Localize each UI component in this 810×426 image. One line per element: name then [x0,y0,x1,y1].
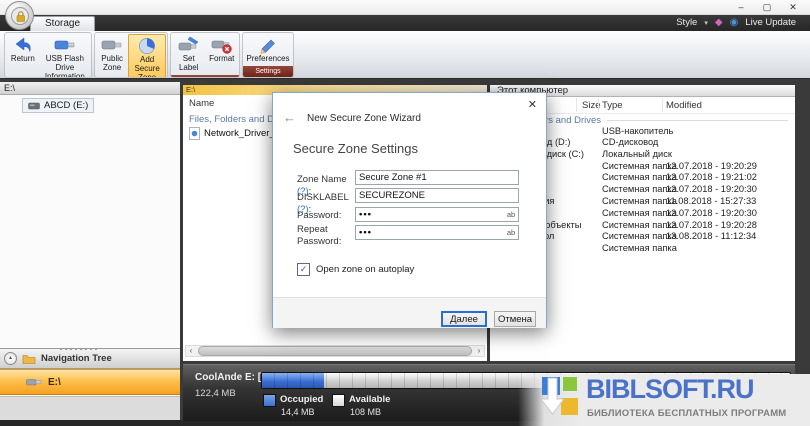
ribbon-tabstrip: Storage Style ▾ ◆ ◉ Live Update [0,14,810,31]
button-label: USB Flash Drive Information [42,55,88,78]
dialog-title: New Secure Zone Wizard [307,113,421,124]
disklabel-input[interactable] [355,188,519,203]
password-label: Password: [297,210,353,222]
horizontal-scrollbar[interactable]: ‹ › [185,345,485,357]
titlebar: – ▢ ✕ [0,0,810,15]
ribbon-group-label: Settings [243,66,293,77]
occupied-value: 14,4 MB [281,407,315,417]
app-menu-button[interactable] [5,1,34,30]
available-value: 108 MB [350,407,381,417]
zone-name-input[interactable] [355,170,519,185]
repeat-password-label: Repeat Password: [297,224,341,248]
close-button[interactable]: ✕ [780,0,806,14]
sidebar-item-label: E:\ [48,377,61,388]
ribbon-group-label: CoolAnde operations [171,75,239,78]
live-update-link[interactable]: Live Update [745,17,796,28]
available-label: Available [349,394,390,405]
navigation-tree-bar[interactable]: ▴ Navigation Tree [0,348,180,369]
navigation-tree-label: Navigation Tree [41,353,112,364]
maximize-button[interactable]: ▢ [754,0,780,14]
chevron-down-icon[interactable]: ▾ [704,19,708,27]
biblsoft-watermark: BIBLSOFT.RU БИБЛИОТЕКА БЕСПЛАТНЫХ ПРОГРА… [518,374,810,426]
brand-name: BIBLSOFT.RU [586,374,754,405]
usb-stick-icon [101,36,123,54]
scroll-right-arrow[interactable]: › [474,346,484,356]
dialog-footer: Далее Отмена [273,297,546,328]
repeat-password-input[interactable] [355,225,519,240]
ribbon-group-zones-on-e: Public Zone Add Secure Zone Zones on E: [94,32,168,78]
new-secure-zone-wizard-dialog: ← New Secure Zone Wizard ✕ Secure Zone S… [272,92,547,328]
cancel-button[interactable]: Отмена [494,311,536,327]
return-button[interactable]: Return [6,34,40,78]
file-icon [189,127,200,140]
ribbon: Return USB Flash Drive Information CoolA… [0,31,810,79]
ribbon-group-settings: Preferences Settings [242,32,294,78]
button-label: Add Secure Zone [131,56,163,78]
folder-icon [22,353,36,365]
column-header-name[interactable]: Name [189,98,214,109]
occupied-label: Occupied [280,394,323,405]
occupied-swatch [263,394,276,407]
sidebar-footer [0,396,180,421]
button-label: Return [11,55,35,64]
button-label: Set Label [174,55,203,73]
autoplay-checkbox-row[interactable]: ✓ Open zone on autoplay [297,263,414,276]
sidebar-item-e-drive[interactable]: E:\ [0,369,180,395]
expand-icon[interactable]: ▴ [4,352,17,365]
column-header-modified[interactable]: Modified [666,100,702,111]
public-zone-button[interactable]: Public Zone [96,34,128,78]
return-arrow-icon [13,36,33,54]
usb-flash-drive-information-button[interactable]: USB Flash Drive Information [40,34,90,78]
usb-flash-icon [26,377,42,387]
usb-drive-icon [54,36,76,54]
next-button[interactable]: Далее [441,311,487,327]
sidebar-header: E:\ [0,82,180,95]
checkbox-label: Open zone on autoplay [316,264,414,275]
scroll-left-arrow[interactable]: ‹ [186,346,196,356]
splitter-handle[interactable] [60,348,100,350]
dialog-close-button[interactable]: ✕ [528,98,537,111]
format-icon [211,36,233,54]
brand-tagline: БИБЛИОТЕКА БЕСПЛАТНЫХ ПРОГРАММ [587,408,786,419]
sidebar: E:\ ABCD (E:) ▴ Navigation Tree E:\ [0,82,180,420]
sidebar-item-label: ABCD (E:) [44,100,88,111]
set-label-button[interactable]: Set Label [172,34,205,74]
volume-capacity: 122,4 MB [195,388,236,399]
pencil-icon [258,36,278,54]
password-reveal-icon[interactable]: ab [505,228,517,237]
checkbox-checked-icon[interactable]: ✓ [297,263,310,276]
back-button[interactable]: ← [283,110,296,125]
app-logo-icon [10,6,30,26]
download-logo-icon [542,377,584,423]
ribbon-group-coolande-anderdisk: Return USB Flash Drive Information CoolA… [4,32,92,78]
dialog-heading: Secure Zone Settings [293,141,418,156]
about-icon[interactable]: ◉ [730,17,739,28]
secure-zone-pie-icon [137,37,157,55]
button-label: Format [209,55,234,64]
button-label: Preferences [246,55,289,64]
add-secure-zone-button[interactable]: Add Secure Zone [128,34,166,78]
password-input[interactable] [355,207,519,222]
tab-storage[interactable]: Storage [30,16,95,32]
column-header-type[interactable]: Type [602,100,623,111]
set-label-icon [178,36,200,54]
scrollbar-thumb[interactable] [198,346,472,356]
format-button[interactable]: Format [205,34,238,74]
button-label: Public Zone [98,55,126,73]
minimize-button[interactable]: – [728,0,754,14]
drive-icon [28,102,40,110]
ribbon-group-coolande-operations: Set Label Format CoolAnde operations [170,32,240,78]
available-swatch [332,394,345,407]
sidebar-item-abcd-drive[interactable]: ABCD (E:) [22,98,94,113]
theme-icon[interactable]: ◆ [715,17,723,28]
preferences-button[interactable]: Preferences [244,34,292,65]
password-reveal-icon[interactable]: ab [505,210,517,219]
style-menu[interactable]: Style [676,17,697,28]
